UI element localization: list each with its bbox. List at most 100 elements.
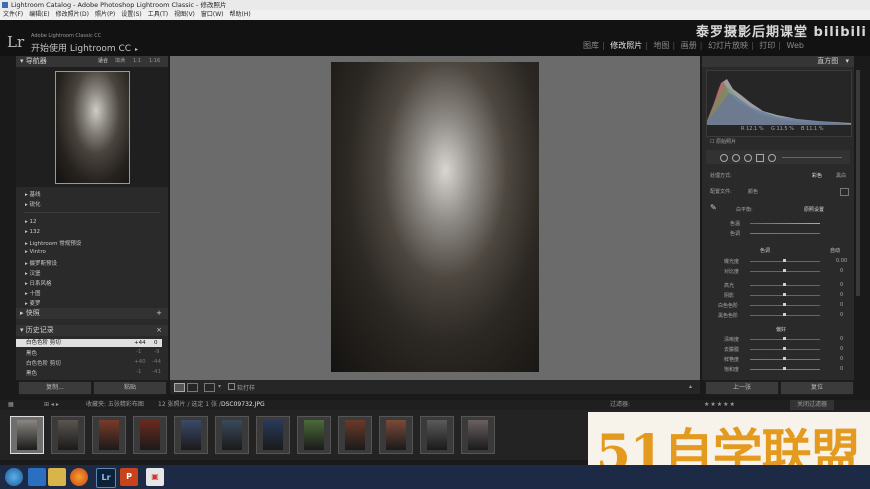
toolbar-expand-icon[interactable]: ▴: [689, 383, 692, 390]
histogram[interactable]: R 12.1 % G 11.5 % B 11.1 %: [706, 70, 852, 137]
graduated-filter-icon[interactable]: [756, 154, 764, 162]
slider-value[interactable]: 0: [840, 292, 843, 298]
module-book[interactable]: 画册: [681, 41, 697, 50]
filmstrip-thumbnail[interactable]: [338, 416, 372, 454]
explorer-icon[interactable]: [28, 468, 46, 486]
powerpoint-icon[interactable]: P: [120, 468, 138, 486]
filmstrip-thumbnail[interactable]: [215, 416, 249, 454]
identity-line2[interactable]: 开始使用 Lightroom CC ▸: [31, 41, 138, 54]
soft-proof-checkbox[interactable]: [228, 383, 235, 390]
preset-item[interactable]: ▸ 12: [25, 219, 37, 225]
module-develop[interactable]: 修改照片: [610, 41, 642, 50]
filmstrip-thumbnail[interactable]: [10, 416, 44, 454]
zoom-fit[interactable]: 适合: [98, 56, 108, 67]
preset-item[interactable]: ▸ 132: [25, 229, 40, 235]
start-button-icon[interactable]: [5, 468, 23, 486]
module-web[interactable]: Web: [787, 41, 804, 50]
filmstrip-thumbnail[interactable]: [379, 416, 413, 454]
history-header[interactable]: ▾ 历史记录 ×: [16, 325, 168, 336]
slider-value[interactable]: 0: [840, 356, 843, 362]
histogram-header[interactable]: 直方图 ▾: [702, 56, 854, 67]
module-slideshow[interactable]: 幻灯片放映: [708, 41, 748, 50]
history-row[interactable]: 黑色 -1 -41: [16, 369, 162, 377]
treatment-bw[interactable]: 黑白: [836, 172, 846, 179]
module-library[interactable]: 图库: [583, 41, 599, 50]
menu-help[interactable]: 帮助(H): [230, 11, 251, 18]
copy-button[interactable]: 复制...: [18, 381, 92, 395]
menu-develop[interactable]: 修改照片(D): [56, 11, 89, 18]
preset-item[interactable]: ▸ 麦罗: [25, 299, 41, 307]
paste-button[interactable]: 粘贴: [93, 381, 167, 395]
slider-value[interactable]: 0: [840, 366, 843, 372]
navigator-thumbnail[interactable]: [55, 71, 130, 184]
collection-label[interactable]: 收藏夹: 五张精彩布图: [86, 400, 144, 410]
auto-button[interactable]: 自动: [830, 247, 840, 254]
slider-value[interactable]: 0: [840, 346, 843, 352]
menu-window[interactable]: 窗口(W): [201, 11, 224, 18]
filmstrip-thumbnail[interactable]: [461, 416, 495, 454]
filmstrip-thumbnail[interactable]: [297, 416, 331, 454]
slider-value[interactable]: 0: [840, 312, 843, 318]
slider-value[interactable]: 0: [840, 268, 843, 274]
menu-file[interactable]: 文件(F): [3, 11, 23, 18]
filmstrip-thumbnail[interactable]: [51, 416, 85, 454]
app-icon-taskbar[interactable]: ▣: [146, 468, 164, 486]
history-row[interactable]: 黑色 -1 -9: [16, 349, 162, 357]
treatment-color[interactable]: 彩色: [812, 172, 822, 179]
radial-filter-icon[interactable]: [768, 154, 776, 162]
history-row-selected[interactable]: 白色色阶 剪切 +44 0: [16, 339, 162, 347]
filmstrip-thumbnail[interactable]: [174, 416, 208, 454]
tint-slider[interactable]: [750, 233, 820, 234]
filmstrip-thumbnail[interactable]: [133, 416, 167, 454]
history-row[interactable]: 白色色阶 剪切 +40 -44: [16, 359, 162, 367]
eyedropper-icon[interactable]: ✎: [710, 204, 718, 212]
lightroom-icon[interactable]: Lr: [96, 468, 116, 488]
filter-select[interactable]: 关闭过滤器: [790, 400, 834, 410]
filmstrip-thumbnail[interactable]: [256, 416, 290, 454]
before-after-icon[interactable]: [187, 383, 198, 392]
slider-value[interactable]: 0: [840, 336, 843, 342]
spot-removal-icon[interactable]: [732, 154, 740, 162]
menu-view[interactable]: 视图(V): [174, 11, 195, 18]
firefox-icon[interactable]: [70, 468, 88, 486]
right-scrollbar[interactable]: [856, 70, 860, 296]
folder-icon[interactable]: [48, 468, 66, 486]
preset-item[interactable]: ▸ 锐化: [25, 200, 41, 208]
preset-item[interactable]: ▸ Lightroom 常规预设: [25, 239, 81, 247]
slider-value[interactable]: 0.00: [836, 258, 847, 264]
nav-icons[interactable]: ⊞ ◂ ▸: [44, 400, 59, 410]
loupe-view-icon[interactable]: [174, 383, 185, 392]
zoom-1-16[interactable]: 1:16: [149, 56, 160, 67]
preset-item[interactable]: ▸ 基线: [25, 190, 41, 198]
red-eye-icon[interactable]: [744, 154, 752, 162]
snapshots-header[interactable]: ▸ 快照 +: [16, 308, 168, 319]
module-map[interactable]: 地图: [654, 41, 670, 50]
grid-icon[interactable]: ▦: [8, 400, 14, 410]
rating-filter[interactable]: ★★★★★: [704, 400, 736, 410]
crop-tool-icon[interactable]: [720, 154, 728, 162]
filmstrip-thumbnail[interactable]: [92, 416, 126, 454]
menu-photo[interactable]: 照片(P): [95, 11, 115, 18]
zoom-1-1[interactable]: 1:1: [133, 56, 141, 67]
preset-item[interactable]: ▸ 日系风格: [25, 279, 52, 287]
wb-select[interactable]: 原照设置: [804, 206, 824, 213]
slider-value[interactable]: 0: [840, 282, 843, 288]
preset-item[interactable]: ▸ 十图: [25, 289, 41, 297]
navigator-header[interactable]: ▾ 导航器 适合 填满 1:1 1:16: [16, 56, 168, 67]
menu-settings[interactable]: 设置(S): [121, 11, 142, 18]
slider-value[interactable]: 0: [840, 302, 843, 308]
preset-item[interactable]: ▸ 摄罗斯预设: [25, 259, 57, 267]
profile-browser-icon[interactable]: [840, 188, 849, 196]
previous-button[interactable]: 上一张: [705, 381, 779, 395]
dropdown-icon[interactable]: ▾: [218, 383, 221, 390]
preset-item[interactable]: ▸ Vintro: [25, 249, 46, 255]
menu-tools[interactable]: 工具(T): [148, 11, 168, 18]
reset-button[interactable]: 复位: [780, 381, 854, 395]
profile-select[interactable]: 颜色: [748, 188, 758, 195]
zoom-fill[interactable]: 填满: [115, 56, 125, 67]
filmstrip-thumbnail[interactable]: [420, 416, 454, 454]
temp-slider[interactable]: [750, 223, 820, 224]
menu-edit[interactable]: 编辑(E): [29, 11, 49, 18]
compare-icon[interactable]: [204, 383, 215, 392]
main-photo[interactable]: [331, 62, 539, 372]
